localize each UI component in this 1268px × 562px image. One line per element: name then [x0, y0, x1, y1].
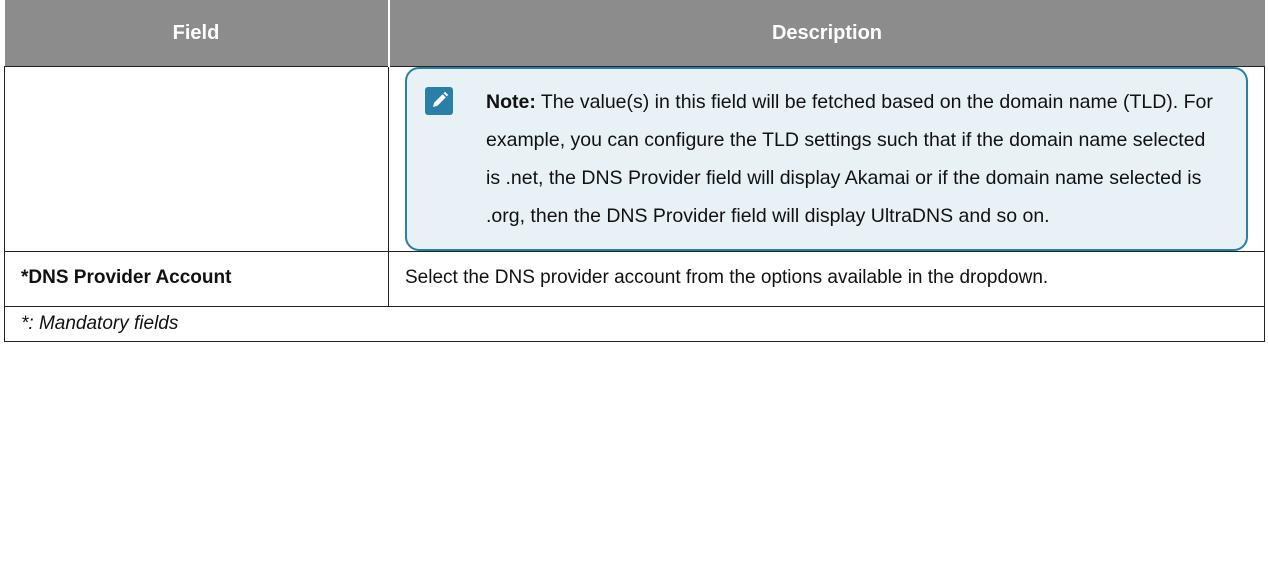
column-header-field: Field: [4, 0, 390, 67]
description-cell: Note: The value(s) in this field will be…: [388, 66, 1265, 252]
edit-pencil-icon: [425, 87, 453, 115]
table-footer-row: *: Mandatory fields: [4, 306, 1265, 342]
field-name-dns-provider-account: *DNS Provider Account: [4, 251, 389, 307]
table-header-row: Field Description: [4, 0, 1265, 67]
fields-table: Field Description Note: The value(s) in …: [4, 0, 1265, 342]
note-box: Note: The value(s) in this field will be…: [405, 67, 1248, 251]
note-text: The value(s) in this field will be fetch…: [486, 91, 1213, 227]
table-row: *DNS Provider Account Select the DNS pro…: [4, 251, 1265, 307]
mandatory-fields-footnote: *: Mandatory fields: [4, 306, 1265, 342]
note-label: Note:: [486, 91, 536, 113]
field-description: Select the DNS provider account from the…: [388, 251, 1265, 307]
field-cell-empty: [4, 66, 389, 252]
column-header-description: Description: [388, 0, 1265, 67]
table-row: Note: The value(s) in this field will be…: [4, 66, 1265, 252]
